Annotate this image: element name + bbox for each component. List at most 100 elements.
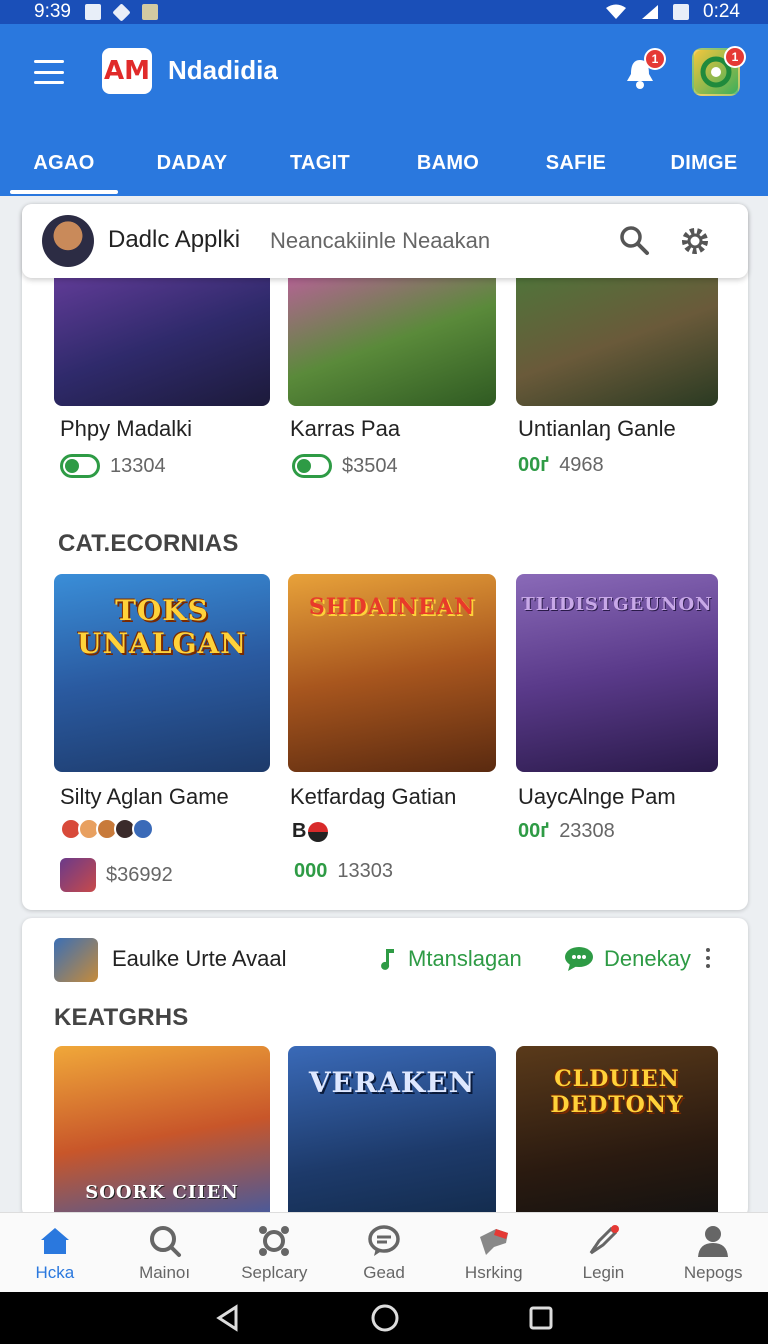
signal-icon bbox=[642, 5, 659, 19]
game-value: 13303 bbox=[337, 860, 393, 882]
toggle-icon[interactable] bbox=[60, 454, 100, 478]
game-value: 4968 bbox=[559, 454, 604, 476]
wifi-icon bbox=[606, 4, 627, 19]
nav-label: Hsrking bbox=[464, 1262, 523, 1282]
nav-item-search[interactable]: Mainoı bbox=[110, 1213, 220, 1292]
art-title: TLIDISTGEUNON bbox=[521, 594, 713, 615]
tab-tagit[interactable]: TAGIT bbox=[256, 130, 384, 196]
search-header: Dadlc Applki Neancakiinle Neaakan bbox=[22, 204, 748, 278]
discover-row: Eaulke Urte Avaal Mtanslagan Denekay bbox=[22, 936, 748, 982]
game-prefix: 00ґ bbox=[518, 454, 550, 476]
app-icon bbox=[112, 2, 131, 22]
chat-bubble-icon bbox=[565, 947, 593, 971]
record-icon bbox=[308, 821, 329, 842]
game-title[interactable]: UaycAlnge Pam bbox=[518, 784, 676, 810]
music-action-button[interactable]: Mtanslagan bbox=[376, 946, 522, 972]
home-circle-icon[interactable] bbox=[370, 1303, 400, 1333]
tab-agao[interactable]: AGAO bbox=[0, 130, 128, 196]
recents-icon[interactable] bbox=[528, 1305, 554, 1331]
notification-icon bbox=[84, 4, 101, 20]
badge-text: B bbox=[292, 820, 307, 842]
nav-item-home[interactable]: Hcka bbox=[0, 1213, 110, 1292]
app-logo: AM bbox=[102, 48, 152, 94]
chat-action-label: Denekay bbox=[604, 946, 691, 971]
chat-bubble-icon bbox=[368, 1224, 400, 1256]
tab-safie[interactable]: SAFIE bbox=[512, 130, 640, 196]
game-thumbnail[interactable]: TLIDISTGEUNON bbox=[516, 574, 718, 772]
avatar-badge: 1 bbox=[724, 46, 746, 68]
game-title[interactable]: Karras Paa bbox=[290, 416, 400, 442]
art-title: CLDUIEN DEDTONY bbox=[550, 1066, 684, 1118]
tab-bamo[interactable]: BAMO bbox=[384, 130, 512, 196]
nav-item-login[interactable]: Legin bbox=[549, 1213, 659, 1292]
music-action-label: Mtanslagan bbox=[408, 946, 522, 971]
nav-label: Legin bbox=[582, 1262, 625, 1282]
game-meta: 000 13303 bbox=[294, 860, 393, 883]
battery-icon bbox=[673, 4, 690, 20]
profile-avatar-button[interactable]: 1 bbox=[692, 46, 746, 96]
discover-label[interactable]: Eaulke Urte Avaal bbox=[112, 946, 286, 972]
player-avatars bbox=[60, 818, 154, 840]
nav-label: Mainoı bbox=[139, 1262, 191, 1282]
game-prefix: 000 bbox=[294, 860, 328, 882]
game-thumbnail[interactable]: CLDUIEN DEDTONY bbox=[516, 1046, 718, 1218]
music-note-icon bbox=[381, 949, 394, 970]
tab-daday[interactable]: DADAY bbox=[128, 130, 256, 196]
nav-item-library[interactable]: Seplcary bbox=[219, 1213, 329, 1292]
game-prefix: 00ґ bbox=[518, 820, 550, 842]
section-heading: CAT.ECORNIAS bbox=[58, 530, 239, 557]
game-value: $36992 bbox=[106, 863, 173, 886]
app-title: Ndadidia bbox=[168, 55, 278, 85]
game-title[interactable]: Phpy Madalki bbox=[60, 416, 192, 442]
more-options-icon[interactable] bbox=[706, 948, 710, 968]
flag-icon bbox=[479, 1228, 508, 1255]
game-meta: 13304 bbox=[60, 454, 166, 478]
game-value: 13304 bbox=[110, 454, 166, 477]
status-bar: 9:39 0:24 bbox=[0, 0, 768, 24]
toggle-icon[interactable] bbox=[292, 454, 332, 478]
game-value: $3504 bbox=[342, 454, 398, 477]
status-time-right: 0:24 bbox=[703, 1, 740, 22]
nav-label: Hcka bbox=[35, 1262, 75, 1282]
search-subtitle[interactable]: Neancakiinle Neaakan bbox=[270, 228, 490, 254]
system-nav-bar bbox=[0, 1292, 768, 1344]
game-thumbnail[interactable]: TOKS UNALGAN bbox=[54, 574, 270, 772]
discover-thumb[interactable] bbox=[54, 938, 98, 982]
user-avatar[interactable] bbox=[42, 215, 94, 267]
game-thumbnail[interactable]: SHDAINEAN bbox=[288, 574, 496, 772]
game-title[interactable]: Silty Aglan Game bbox=[60, 784, 229, 810]
sd-card-icon bbox=[141, 4, 158, 20]
user-name: Dadlc Applki bbox=[108, 226, 241, 253]
nav-item-profile[interactable]: Nepogs bbox=[658, 1213, 768, 1292]
status-time: 9:39 bbox=[34, 1, 71, 22]
gear-icon[interactable] bbox=[678, 224, 712, 258]
notification-bell-button[interactable]: 1 bbox=[620, 48, 666, 94]
game-value: 23308 bbox=[559, 820, 615, 842]
game-thumbnail[interactable]: SOORK CIIEN bbox=[54, 1046, 270, 1218]
art-title: SOORK CIIEN bbox=[85, 1182, 239, 1203]
section-heading: KEATGRHS bbox=[54, 1004, 189, 1031]
gamepad-icon bbox=[259, 1225, 290, 1256]
game-title[interactable]: Untianlaŋ Ganle bbox=[518, 416, 676, 442]
game-meta: 00ґ 4968 bbox=[518, 454, 604, 477]
game-meta: $36992 bbox=[60, 858, 173, 892]
game-thumbnail[interactable]: VERAKEN bbox=[288, 1046, 496, 1218]
chat-action-button[interactable]: Denekay bbox=[564, 946, 691, 972]
art-title: TOKS UNALGAN bbox=[77, 594, 247, 660]
back-icon[interactable] bbox=[214, 1304, 242, 1332]
tab-dimge[interactable]: DIMGE bbox=[640, 130, 768, 196]
games-card: Phpy Madalki Karras Paa Untianlaŋ Ganle … bbox=[22, 204, 748, 910]
nav-item-chat[interactable]: Gead bbox=[329, 1213, 439, 1292]
game-meta: $3504 bbox=[292, 454, 398, 478]
search-icon bbox=[149, 1225, 181, 1257]
game-meta: 00ґ 23308 bbox=[518, 820, 615, 843]
search-icon[interactable] bbox=[618, 224, 650, 256]
nav-label: Seplcary bbox=[241, 1262, 308, 1282]
nav-item-ranking[interactable]: Hsrking bbox=[439, 1213, 549, 1292]
rocket-icon bbox=[590, 1224, 620, 1254]
game-title[interactable]: Ketfardag Gatian bbox=[290, 784, 456, 810]
game-mini-thumb bbox=[60, 858, 96, 892]
menu-icon[interactable] bbox=[34, 60, 64, 84]
tab-bar: AGAO DADAY TAGIT BAMO SAFIE DIMGE bbox=[0, 130, 768, 196]
art-title: SHDAINEAN bbox=[308, 594, 476, 620]
